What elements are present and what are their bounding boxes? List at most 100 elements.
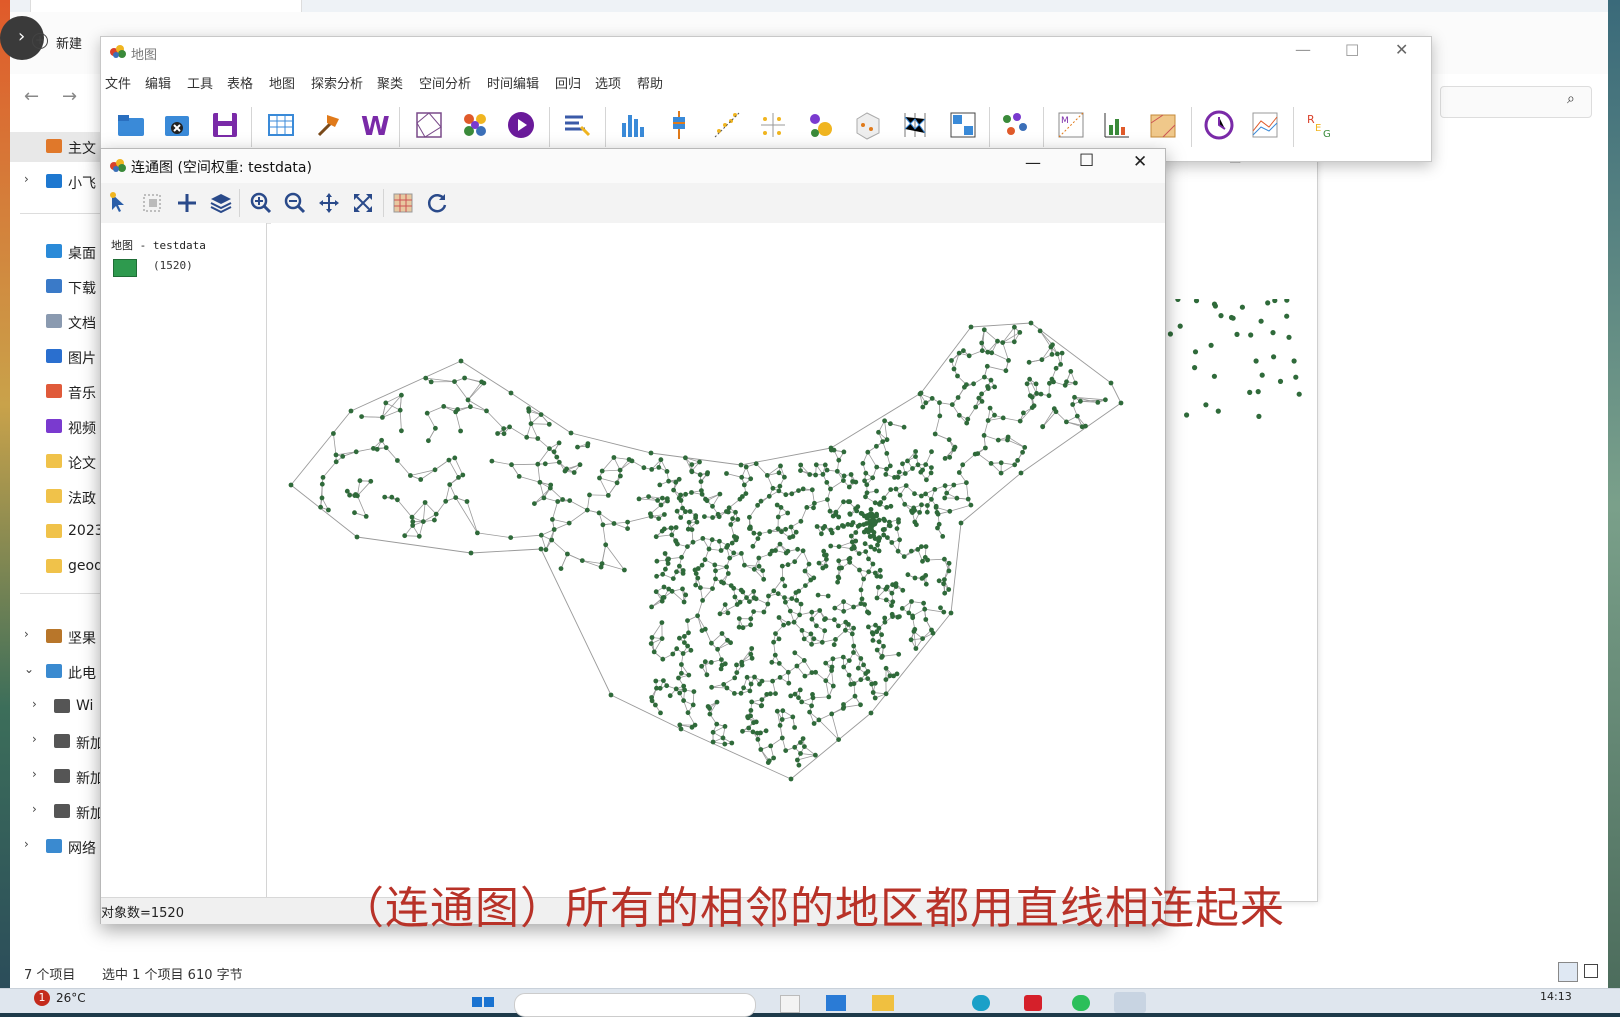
sidebar-item-label: 法政 xyxy=(68,488,96,508)
pcp-icon[interactable] xyxy=(899,109,931,141)
menu-item[interactable]: 回归 xyxy=(555,73,581,92)
forward-arrow-icon[interactable]: → xyxy=(62,86,77,107)
tiles-view-icon[interactable] xyxy=(1584,964,1598,978)
tools-icon[interactable] xyxy=(313,109,345,141)
graph-node xyxy=(469,551,474,556)
cluster-scatter-icon[interactable] xyxy=(999,109,1031,141)
legend-swatch[interactable] xyxy=(113,259,137,277)
folder-icon[interactable] xyxy=(872,995,894,1011)
chevron-right-icon[interactable]: › xyxy=(24,627,29,641)
start-icon[interactable] xyxy=(470,993,496,1013)
chevron-right-icon[interactable]: › xyxy=(32,732,37,746)
map-layers-icon[interactable] xyxy=(1147,109,1179,141)
minimize-icon[interactable]: — xyxy=(1295,40,1311,59)
maximize-icon[interactable]: ☐ xyxy=(1345,41,1359,60)
menu-item[interactable]: 文件 xyxy=(105,73,131,92)
menu-item[interactable]: 探索分析 xyxy=(311,73,363,92)
open-folder-icon[interactable] xyxy=(115,109,147,141)
taskbar-app-icon[interactable] xyxy=(1024,995,1042,1011)
graph-node xyxy=(949,358,954,363)
taskbar-app-icon[interactable] xyxy=(826,995,846,1011)
cond-map-icon[interactable] xyxy=(947,109,979,141)
graph-edge xyxy=(550,488,562,499)
browser-icon[interactable] xyxy=(972,995,990,1011)
close-file-icon[interactable] xyxy=(161,109,193,141)
menu-item[interactable]: 选项 xyxy=(595,73,621,92)
graph-node xyxy=(550,517,555,522)
graph-node xyxy=(674,525,679,530)
play-icon[interactable] xyxy=(505,109,537,141)
graph-node xyxy=(734,670,739,675)
layers-icon[interactable] xyxy=(209,191,233,215)
graph-node xyxy=(823,661,828,666)
close-icon[interactable]: ✕ xyxy=(1395,40,1408,59)
graph-node xyxy=(739,660,744,665)
taskbar-app-icon[interactable] xyxy=(780,995,800,1013)
connectivity-icon[interactable] xyxy=(413,109,445,141)
graph-node xyxy=(318,505,323,510)
map-point xyxy=(1259,319,1264,324)
3d-icon[interactable] xyxy=(851,109,883,141)
clock[interactable]: 14:13 xyxy=(1540,990,1572,1003)
moran-icon[interactable]: M xyxy=(1055,109,1087,141)
table-icon[interactable] xyxy=(265,109,297,141)
cluster-dots-icon[interactable] xyxy=(459,109,491,141)
menu-item[interactable]: 时间编辑 xyxy=(487,73,539,92)
connectivity-graph-canvas[interactable] xyxy=(271,223,1165,897)
scatter-matrix-icon[interactable] xyxy=(757,109,789,141)
full-extent-icon[interactable] xyxy=(351,191,375,215)
line-chart-icon[interactable] xyxy=(1249,109,1281,141)
graph-node xyxy=(601,522,606,527)
refresh-icon[interactable] xyxy=(425,191,449,215)
bubble-icon[interactable] xyxy=(805,109,837,141)
histogram-icon[interactable] xyxy=(617,109,649,141)
chevron-right-icon[interactable]: › xyxy=(32,767,37,781)
chevron-right-icon[interactable]: › xyxy=(32,697,37,711)
menu-item[interactable]: 地图 xyxy=(269,73,295,92)
zoom-out-icon[interactable] xyxy=(283,191,307,215)
menu-item[interactable]: 空间分析 xyxy=(419,73,471,92)
menu-item[interactable]: 聚类 xyxy=(377,73,403,92)
chevron-down-icon[interactable]: ⌄ xyxy=(24,662,34,676)
add-icon[interactable] xyxy=(175,191,199,215)
graph-node xyxy=(884,505,889,510)
boxplot-icon[interactable] xyxy=(663,109,695,141)
new-button[interactable]: 新建 xyxy=(56,33,82,52)
menu-item[interactable]: 帮助 xyxy=(637,73,663,92)
maximize-icon[interactable]: ☐ xyxy=(1079,151,1094,171)
zoom-in-icon[interactable] xyxy=(249,191,273,215)
wechat-icon[interactable] xyxy=(1072,995,1090,1011)
details-view-icon[interactable] xyxy=(1558,962,1578,982)
clock-icon[interactable] xyxy=(1203,109,1235,141)
weights-icon[interactable]: W xyxy=(359,109,391,141)
select-region-icon[interactable] xyxy=(141,191,165,215)
graph-node xyxy=(925,503,930,508)
graph-node xyxy=(807,472,812,477)
search-input[interactable]: ⌕ xyxy=(1440,86,1592,118)
select-arrow-icon[interactable] xyxy=(107,191,131,215)
notification-badge[interactable]: 1 xyxy=(34,990,50,1006)
regression-icon[interactable]: REG xyxy=(1303,109,1335,141)
menu-item[interactable]: 工具 xyxy=(187,73,213,92)
taskbar-search-input[interactable] xyxy=(514,993,756,1017)
geoda-taskbar-button[interactable] xyxy=(1114,992,1146,1013)
select-list-icon[interactable] xyxy=(561,109,593,141)
minimize-icon[interactable]: — xyxy=(1025,153,1041,172)
chevron-right-icon[interactable]: › xyxy=(32,802,37,816)
graph-node xyxy=(1073,381,1078,386)
scatter-icon[interactable] xyxy=(711,109,743,141)
lisa-icon[interactable] xyxy=(1101,109,1133,141)
graph-node xyxy=(917,510,922,515)
chevron-right-icon[interactable]: › xyxy=(24,172,29,186)
chevron-right-icon[interactable]: › xyxy=(24,837,29,851)
graph-node xyxy=(625,526,630,531)
close-icon[interactable]: ✕ xyxy=(1133,152,1147,172)
pan-icon[interactable] xyxy=(317,191,341,215)
basemap-icon[interactable] xyxy=(391,191,415,215)
back-arrow-icon[interactable]: ← xyxy=(24,86,39,107)
graph-node xyxy=(957,470,962,475)
menu-item[interactable]: 编辑 xyxy=(145,73,171,92)
weather-temp[interactable]: 26°C xyxy=(56,991,86,1005)
menu-item[interactable]: 表格 xyxy=(227,73,253,92)
save-icon[interactable] xyxy=(209,109,241,141)
